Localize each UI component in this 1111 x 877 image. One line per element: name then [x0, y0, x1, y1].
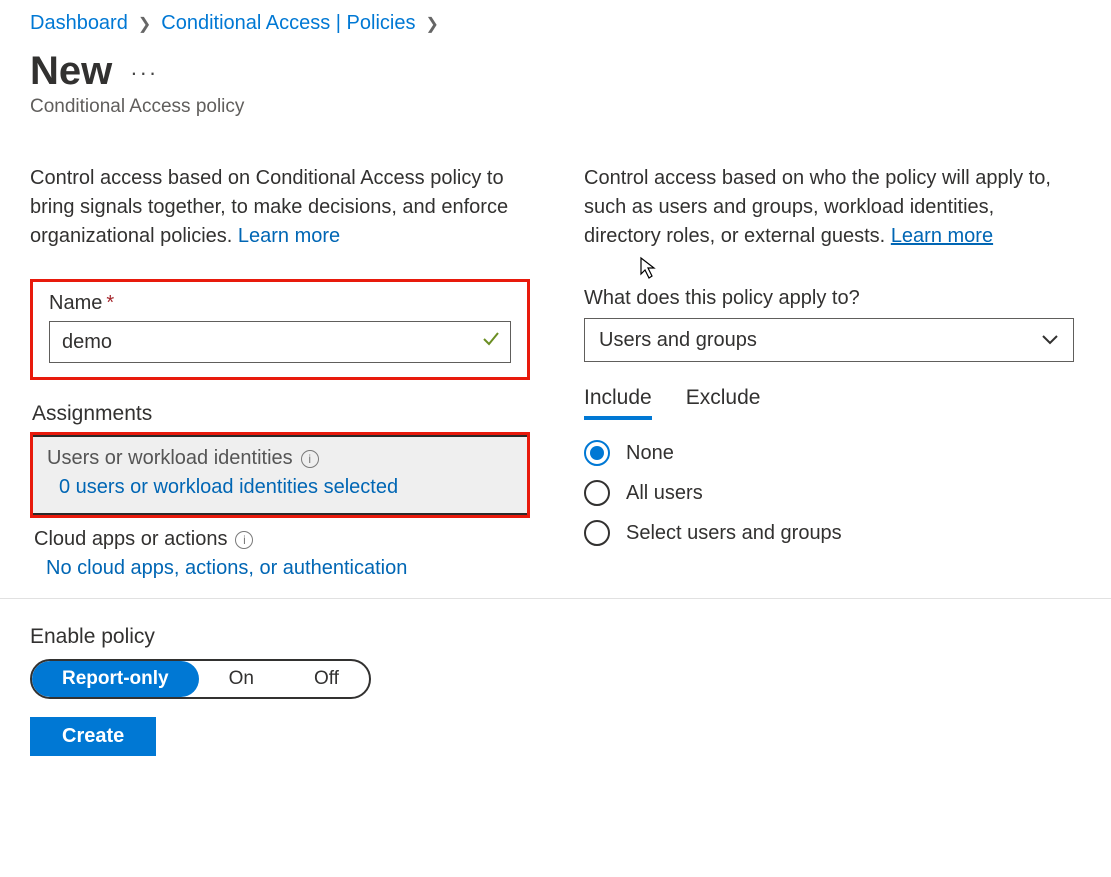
right-description: Control access based on who the policy w…: [584, 164, 1074, 251]
breadcrumb-conditional-access[interactable]: Conditional Access | Policies: [161, 12, 415, 35]
checkmark-icon: [481, 329, 501, 355]
chevron-right-icon: ❯: [138, 14, 151, 34]
breadcrumb: Dashboard ❯ Conditional Access | Policie…: [30, 12, 1081, 35]
apply-to-label: What does this policy apply to?: [584, 287, 1074, 310]
radio-select-users[interactable]: Select users and groups: [584, 520, 1074, 546]
cursor-icon: [634, 256, 658, 284]
breadcrumb-dashboard[interactable]: Dashboard: [30, 12, 128, 35]
radio-icon: [584, 440, 610, 466]
create-button[interactable]: Create: [30, 717, 156, 756]
radio-none-label: None: [626, 442, 674, 465]
more-actions-button[interactable]: ···: [130, 60, 158, 86]
policy-name-input[interactable]: [49, 321, 511, 363]
apply-to-value: Users and groups: [599, 329, 757, 352]
users-identities-value[interactable]: 0 users or workload identities selected: [47, 476, 513, 499]
radio-icon: [584, 520, 610, 546]
page-subtitle: Conditional Access policy: [30, 96, 1081, 118]
assignments-highlight: Users or workload identities i 0 users o…: [30, 432, 530, 518]
segment-off[interactable]: Off: [284, 661, 369, 697]
left-description: Control access based on Conditional Acce…: [30, 164, 530, 251]
radio-icon: [584, 480, 610, 506]
segment-on[interactable]: On: [199, 661, 284, 697]
tab-include[interactable]: Include: [584, 386, 652, 420]
chevron-down-icon: [1041, 329, 1059, 352]
cloud-apps-row[interactable]: Cloud apps or actions i No cloud apps, a…: [30, 518, 530, 590]
learn-more-link[interactable]: Learn more: [238, 225, 340, 247]
name-label: Name *: [49, 292, 511, 315]
apply-to-select[interactable]: Users and groups: [584, 318, 1074, 362]
radio-none[interactable]: None: [584, 440, 1074, 466]
assignments-heading: Assignments: [32, 402, 530, 426]
radio-all-users[interactable]: All users: [584, 480, 1074, 506]
cloud-apps-label: Cloud apps or actions: [34, 528, 227, 551]
page-title: New: [30, 49, 112, 94]
info-icon[interactable]: i: [301, 450, 319, 468]
tab-exclude[interactable]: Exclude: [686, 386, 761, 420]
enable-policy-toggle: Report-only On Off: [30, 659, 371, 699]
radio-select-users-label: Select users and groups: [626, 522, 842, 545]
users-identities-label: Users or workload identities: [47, 447, 293, 470]
chevron-right-icon: ❯: [425, 14, 438, 34]
required-asterisk-icon: *: [106, 292, 114, 315]
enable-policy-label: Enable policy: [30, 625, 1081, 649]
info-icon[interactable]: i: [235, 531, 253, 549]
learn-more-link[interactable]: Learn more: [891, 225, 993, 247]
radio-all-users-label: All users: [626, 482, 703, 505]
segment-report-only[interactable]: Report-only: [32, 661, 199, 697]
cloud-apps-value[interactable]: No cloud apps, actions, or authenticatio…: [34, 557, 526, 580]
name-field-highlight: Name *: [30, 279, 530, 380]
users-identities-row[interactable]: Users or workload identities i 0 users o…: [33, 435, 527, 515]
